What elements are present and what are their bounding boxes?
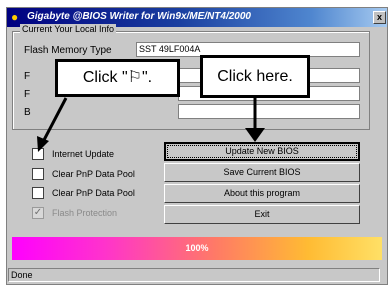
- arrow-down-left-icon: [37, 97, 68, 152]
- annotation-arrows: [37, 97, 265, 152]
- arrow-down-icon: [245, 98, 265, 142]
